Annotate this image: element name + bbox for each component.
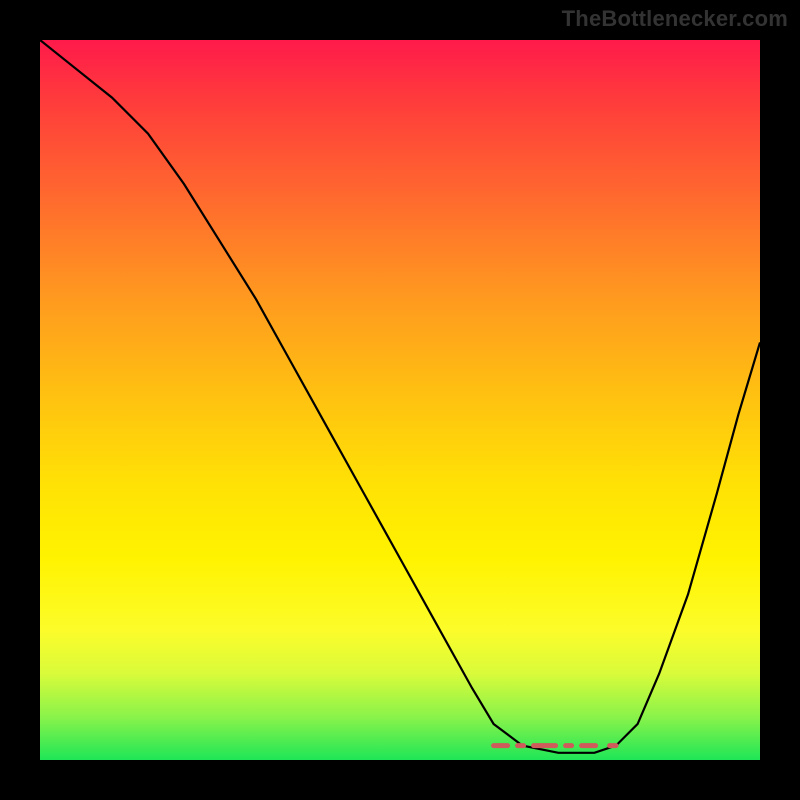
main-curve [40, 40, 760, 753]
chart-container: TheBottlenecker.com [0, 0, 800, 800]
curve-layer [40, 40, 760, 760]
watermark-text: TheBottlenecker.com [562, 6, 788, 32]
